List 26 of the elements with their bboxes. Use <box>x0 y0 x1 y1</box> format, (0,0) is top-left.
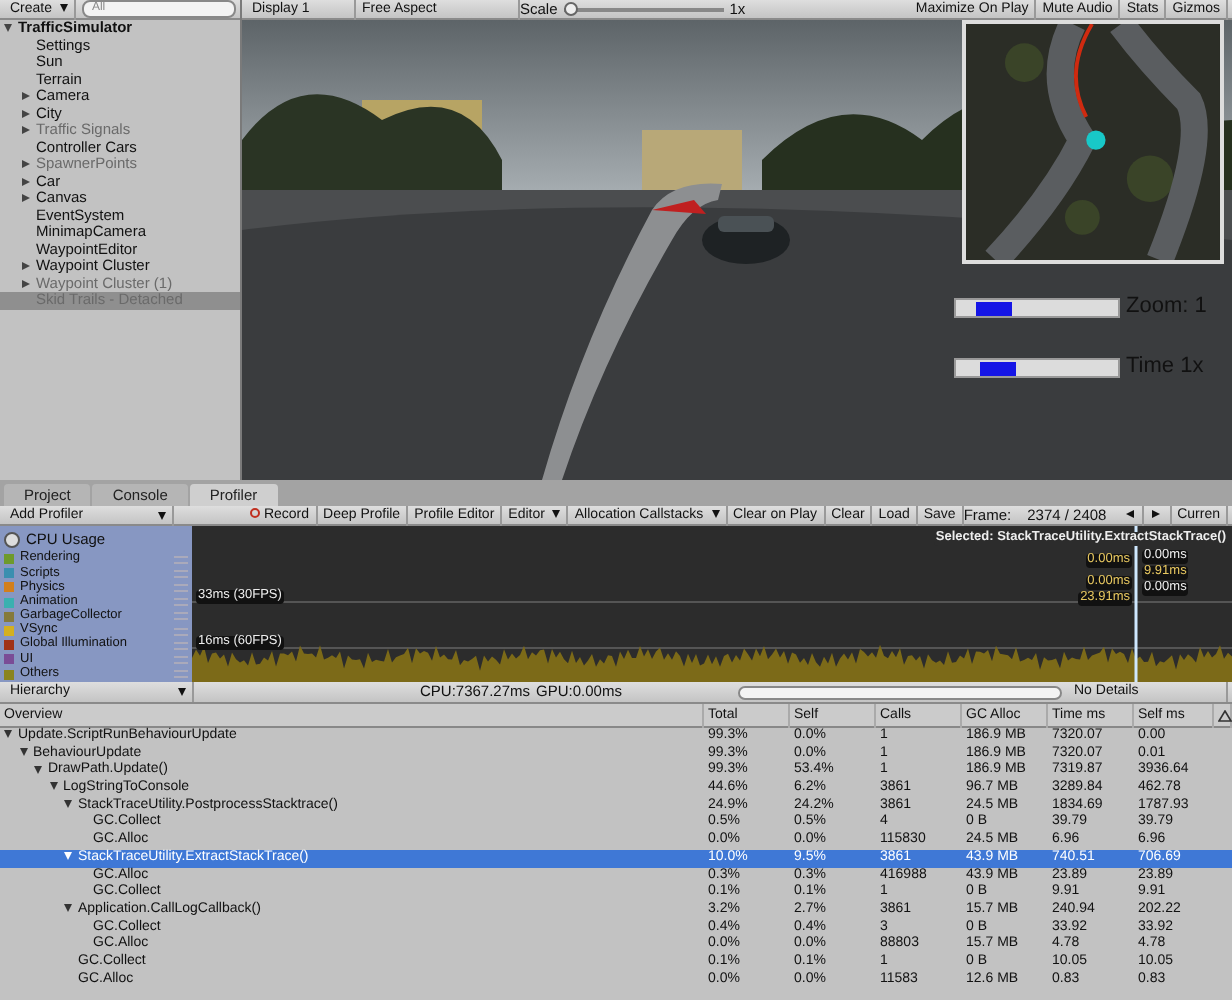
expanded-arrow-icon[interactable] <box>19 747 27 756</box>
expanded-arrow-icon[interactable] <box>4 730 12 739</box>
search-field[interactable] <box>738 685 1062 699</box>
right-arrow-icon <box>1152 509 1161 518</box>
caret-icon <box>711 509 720 518</box>
collapsed-arrow-icon[interactable] <box>22 177 30 186</box>
collapsed-arrow-icon[interactable] <box>22 262 30 271</box>
slider-track[interactable] <box>954 297 1120 317</box>
collapsed-arrow-icon[interactable] <box>22 92 30 101</box>
record-icon <box>249 508 260 519</box>
warning-icon <box>1218 710 1232 722</box>
expanded-arrow-icon[interactable] <box>4 24 12 33</box>
slider-track[interactable] <box>954 357 1120 377</box>
slider-thumb[interactable] <box>975 301 1012 315</box>
caret-icon <box>59 3 68 12</box>
left-arrow-icon <box>1126 509 1135 518</box>
expanded-arrow-icon[interactable] <box>49 782 57 791</box>
collapsed-arrow-icon[interactable] <box>22 194 30 203</box>
expanded-arrow-icon[interactable] <box>64 799 72 808</box>
expanded-arrow-icon[interactable] <box>34 765 42 774</box>
caret-icon <box>552 509 561 518</box>
slider-thumb[interactable] <box>979 361 1016 375</box>
expanded-arrow-icon[interactable] <box>64 904 72 913</box>
scale-slider-thumb[interactable] <box>563 1 578 15</box>
collapsed-arrow-icon[interactable] <box>22 109 30 118</box>
caret-icon <box>178 688 186 696</box>
